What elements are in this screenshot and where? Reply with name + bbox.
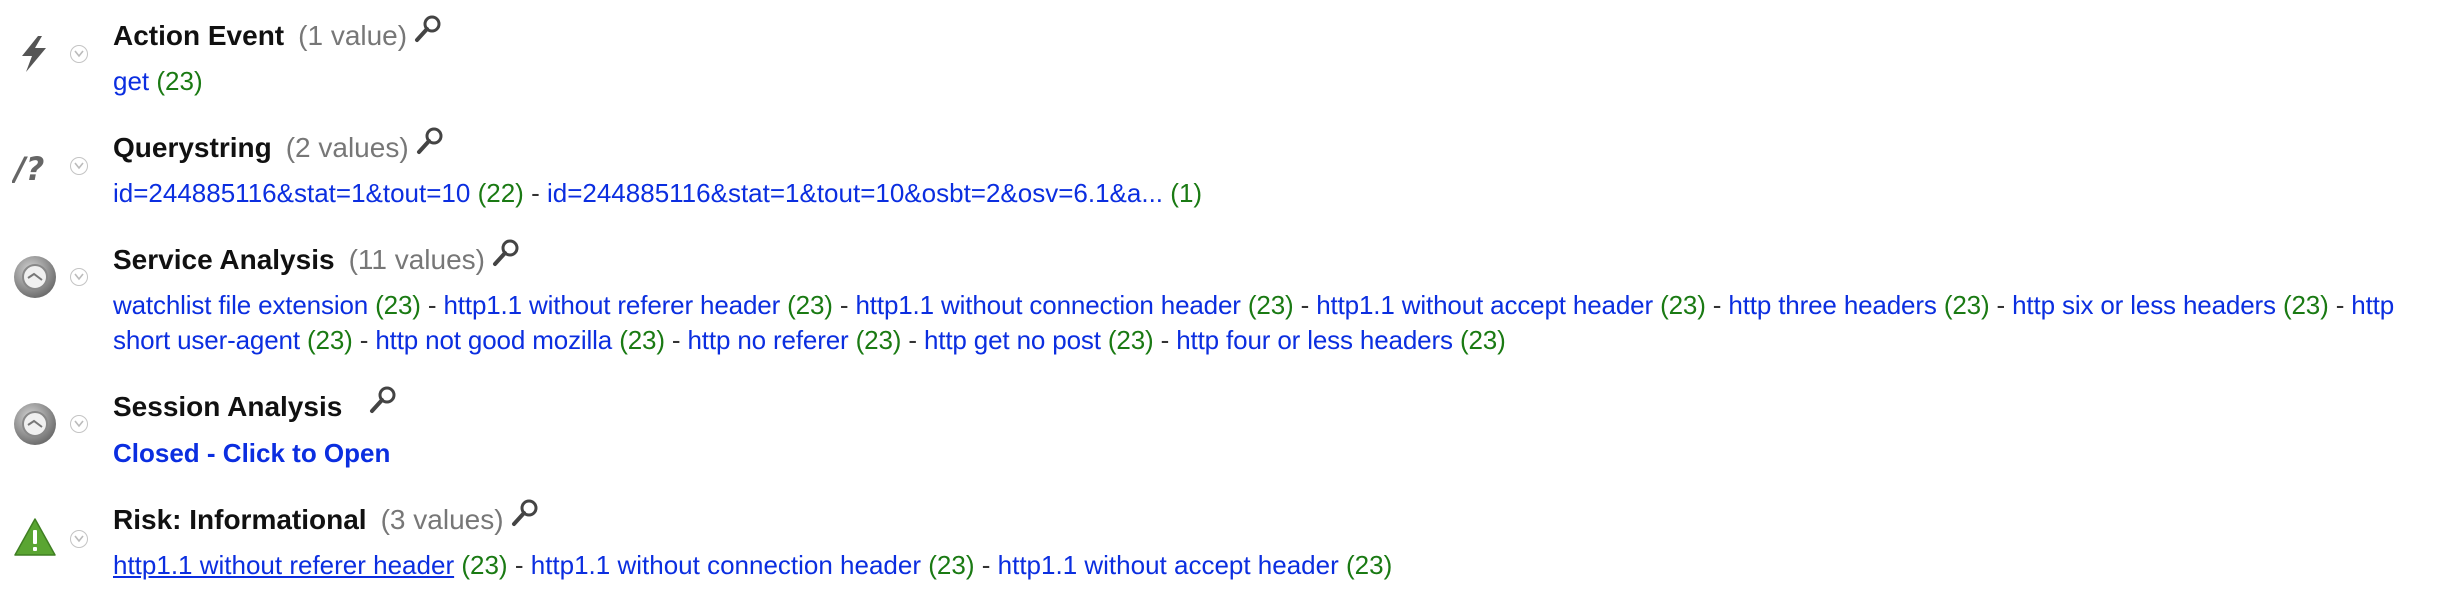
value-link[interactable]: http1.1 without connection header (531, 550, 921, 580)
value-separator: - (427, 290, 437, 320)
value-separator: - (531, 178, 540, 208)
values-list: get (23) (113, 64, 2438, 99)
warning-icon (12, 515, 58, 561)
service-analysis-icon (12, 254, 58, 300)
value-link[interactable]: id=244885116&stat=1&tout=10&osbt=2&osv=6… (547, 178, 1163, 208)
value-link[interactable]: watchlist file extension (113, 290, 368, 320)
section-title: Service Analysis (113, 244, 335, 275)
value-count: (23) (855, 325, 902, 355)
lightning-icon (12, 30, 58, 76)
chevron-down-icon[interactable] (70, 157, 88, 175)
section-header: Risk: Informational (3 values) (113, 499, 540, 538)
value-link[interactable]: id=244885116&stat=1&tout=10 (113, 178, 470, 208)
value-count: (23) (1459, 325, 1506, 355)
svg-text:/?: /? (12, 150, 44, 188)
value-link[interactable]: http get no post (924, 325, 1101, 355)
session-analysis-icon (12, 401, 58, 447)
section-title: Querystring (113, 132, 272, 163)
value-separator: - (671, 325, 681, 355)
value-separator: - (1712, 290, 1722, 320)
chevron-down-icon[interactable] (70, 530, 88, 548)
value-separator: - (514, 550, 524, 580)
value-count: (23) (375, 290, 421, 320)
value-separator: - (908, 325, 917, 355)
section-header: Service Analysis (11 values) (113, 239, 521, 278)
value-link[interactable]: http no referer (688, 325, 849, 355)
value-separator: - (1996, 290, 2006, 320)
value-separator: - (839, 290, 849, 320)
values-list: Closed - Click to Open (113, 436, 2438, 471)
open-section-link[interactable]: Closed - Click to Open (113, 438, 390, 468)
value-count: (23) (787, 290, 833, 320)
chevron-down-icon[interactable] (70, 45, 88, 63)
section-title: Session Analysis (113, 391, 343, 422)
values-list: http1.1 without referer header (23) - ht… (113, 548, 2438, 583)
chevron-down-icon[interactable] (70, 268, 88, 286)
value-count: (23) (1660, 290, 1706, 320)
section-title: Action Event (113, 20, 285, 51)
value-count: (11 values) (348, 244, 485, 275)
value-count: (23) (1943, 290, 1990, 320)
value-count: (23) (619, 325, 665, 355)
value-separator: - (1160, 325, 1170, 355)
value-count: (23) (1107, 325, 1154, 355)
value-count: (23) (1346, 550, 1393, 580)
value-count: (3 values) (380, 504, 504, 535)
value-count: (1) (1170, 178, 1203, 208)
section-title: Risk: Informational (113, 504, 367, 535)
value-link[interactable]: http1.1 without accept header (1316, 290, 1653, 320)
value-link[interactable]: http1.1 without referer header (443, 290, 780, 320)
value-link[interactable]: http three headers (1728, 290, 1936, 320)
value-separator: - (1300, 290, 1310, 320)
querystring-icon: /? (10, 144, 58, 190)
value-link[interactable]: http1.1 without referer header (113, 550, 454, 580)
value-separator: - (2335, 290, 2345, 320)
search-icon[interactable] (491, 238, 521, 268)
value-link[interactable]: http1.1 without connection header (855, 290, 1240, 320)
value-count: (2 values) (285, 132, 409, 163)
value-count: (23) (928, 550, 975, 580)
value-count: (23) (307, 325, 353, 355)
values-list: id=244885116&stat=1&tout=10 (22) - id=24… (113, 176, 2438, 211)
value-link[interactable]: http not good mozilla (375, 325, 612, 355)
values-list: watchlist file extension (23) - http1.1 … (113, 288, 2438, 358)
chevron-down-icon[interactable] (70, 415, 88, 433)
value-count: (1 value) (298, 20, 408, 51)
value-count: (23) (156, 66, 203, 96)
value-separator: - (359, 325, 369, 355)
search-icon[interactable] (510, 498, 540, 528)
value-link[interactable]: http six or less headers (2012, 290, 2276, 320)
section-header: Action Event (1 value) (113, 15, 443, 54)
value-link[interactable]: get (113, 66, 149, 96)
value-link[interactable]: http four or less headers (1176, 325, 1453, 355)
value-separator: - (981, 550, 991, 580)
search-icon[interactable] (368, 385, 398, 415)
section-header: Session Analysis (113, 386, 398, 425)
search-icon[interactable] (413, 14, 443, 44)
search-icon[interactable] (415, 126, 445, 156)
value-link[interactable]: http1.1 without accept header (998, 550, 1339, 580)
value-count: (23) (1247, 290, 1294, 320)
value-count: (22) (477, 178, 524, 208)
value-count: (23) (2282, 290, 2329, 320)
value-count: (23) (461, 550, 508, 580)
section-header: Querystring (2 values) (113, 127, 445, 166)
